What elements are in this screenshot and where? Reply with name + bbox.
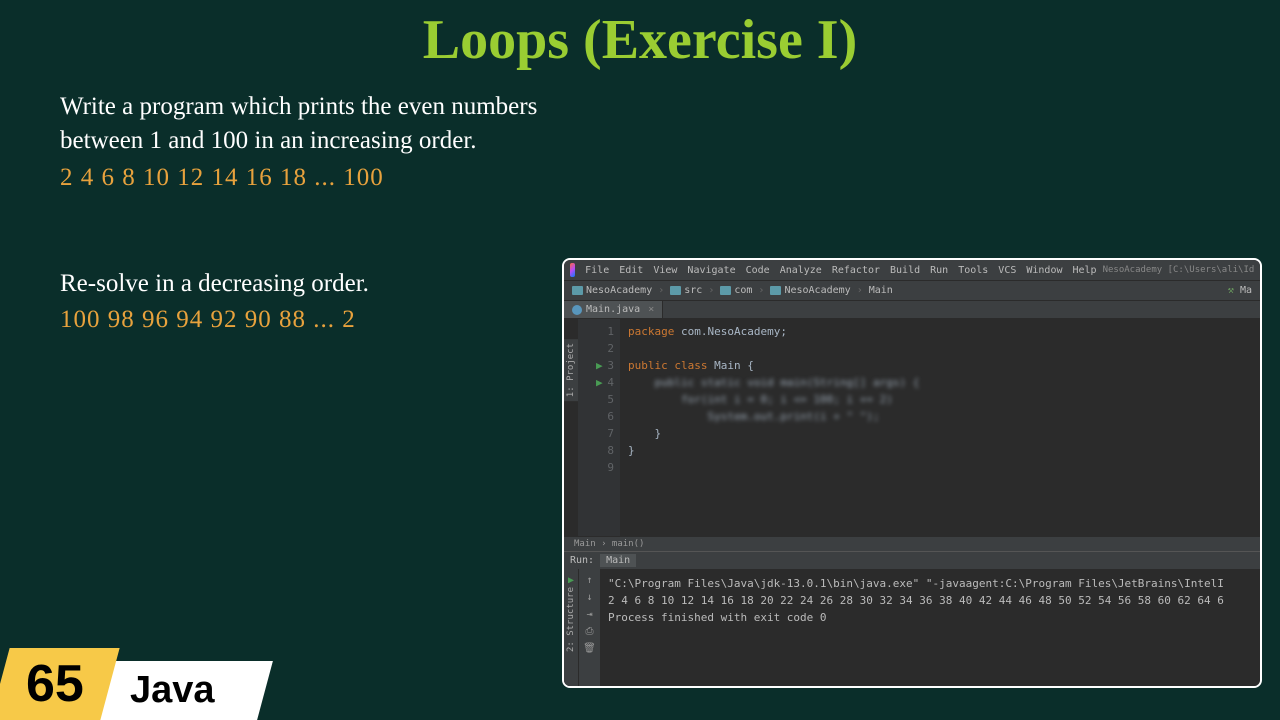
ide-logo-icon [570, 263, 575, 277]
run-tab-main[interactable]: Main [600, 554, 636, 567]
menu-build[interactable]: Build [886, 265, 924, 276]
editor-area: 1: Project 1 2 ▶3 ▶4 5 6 7 8 9 package c… [564, 319, 1260, 536]
problem1-line2: between 1 and 100 in an increasing order… [60, 124, 1220, 158]
tab-main-java[interactable]: Main.java × [564, 301, 663, 318]
page-title: Loops (Exercise I) [0, 0, 1280, 72]
menu-vcs[interactable]: VCS [994, 265, 1020, 276]
breadcrumb-com[interactable]: com [720, 285, 752, 296]
menu-tools[interactable]: Tools [954, 265, 992, 276]
down-icon[interactable]: ↓ [586, 592, 592, 603]
folder-icon [770, 286, 781, 295]
badge-area: 65 Java [0, 648, 264, 720]
menu-file[interactable]: File [581, 265, 613, 276]
java-file-icon [572, 305, 582, 315]
up-icon[interactable]: ↑ [586, 575, 592, 586]
menu-refactor[interactable]: Refactor [828, 265, 884, 276]
ide-window: File Edit View Navigate Code Analyze Ref… [562, 258, 1262, 688]
ide-breadcrumb-bar: NesoAcademy › src › com › NesoAcademy › … [564, 281, 1260, 301]
menu-navigate[interactable]: Navigate [683, 265, 739, 276]
chevron-right-icon: › [708, 285, 714, 296]
ide-menubar: File Edit View Navigate Code Analyze Ref… [564, 260, 1260, 281]
menu-edit[interactable]: Edit [615, 265, 647, 276]
side-tab-project[interactable]: 1: Project [564, 339, 578, 401]
breadcrumb-root[interactable]: NesoAcademy [572, 285, 652, 296]
menu-code[interactable]: Code [742, 265, 774, 276]
window-title-text: NesoAcademy [C:\Users\ali\IdeaProjects\N… [1103, 265, 1254, 275]
chevron-right-icon: › [758, 285, 764, 296]
folder-icon [720, 286, 731, 295]
editor-tabs: Main.java × [564, 301, 1260, 319]
gutter: 1 2 ▶3 ▶4 5 6 7 8 9 [578, 319, 620, 536]
problem2-text: Re-solve in a decreasing order. [60, 267, 580, 301]
tab-label: Main.java [586, 304, 640, 315]
chevron-right-icon: › [658, 285, 664, 296]
menu-view[interactable]: View [649, 265, 681, 276]
run-label: Run: [570, 555, 594, 566]
run-config-selector[interactable]: Ma [1240, 285, 1252, 296]
badge-number: 65 [0, 648, 119, 720]
trash-icon[interactable]: 🗑 [583, 643, 596, 654]
editor-crumb-footer: Main › main() [564, 536, 1260, 551]
problem2-sequence: 100 98 96 94 92 90 88 ... 2 [60, 306, 580, 334]
breadcrumb-pkg[interactable]: NesoAcademy [770, 285, 850, 296]
build-icon[interactable]: ⚒ [1228, 285, 1234, 296]
menu-window[interactable]: Window [1022, 265, 1066, 276]
problem1-line1: Write a program which prints the even nu… [60, 90, 1220, 124]
code-editor[interactable]: package com.NesoAcademy; public class Ma… [620, 319, 927, 536]
console-output[interactable]: "C:\Program Files\Java\jdk-13.0.1\bin\ja… [600, 569, 1260, 686]
run-gutter-icon[interactable]: ▶ [596, 357, 603, 374]
side-tab-structure[interactable]: 2: Structure [564, 583, 578, 656]
menu-help[interactable]: Help [1068, 265, 1100, 276]
breadcrumb-src[interactable]: src [670, 285, 702, 296]
close-icon[interactable]: × [648, 304, 654, 315]
badge-label: Java [92, 661, 272, 720]
folder-icon [572, 286, 583, 295]
run-toolbar: ↑ ↓ ⇥ ⎙ 🗑 [578, 569, 600, 686]
menu-analyze[interactable]: Analyze [776, 265, 826, 276]
print-icon[interactable]: ⎙ [586, 626, 594, 637]
folder-icon [670, 286, 681, 295]
run-panel-header: Run: Main [564, 552, 1260, 569]
menu-run[interactable]: Run [926, 265, 952, 276]
chevron-right-icon: › [857, 285, 863, 296]
problem1-sequence: 2 4 6 8 10 12 14 16 18 ... 100 [60, 164, 1220, 192]
wrap-icon[interactable]: ⇥ [586, 609, 592, 620]
run-panel: Run: Main ▶ ■ ⚙ ↑ ↓ ⇥ ⎙ 🗑 "C:\Program Fi… [564, 551, 1260, 686]
run-gutter-icon[interactable]: ▶ [596, 374, 603, 391]
breadcrumb-class[interactable]: Main [869, 285, 893, 296]
